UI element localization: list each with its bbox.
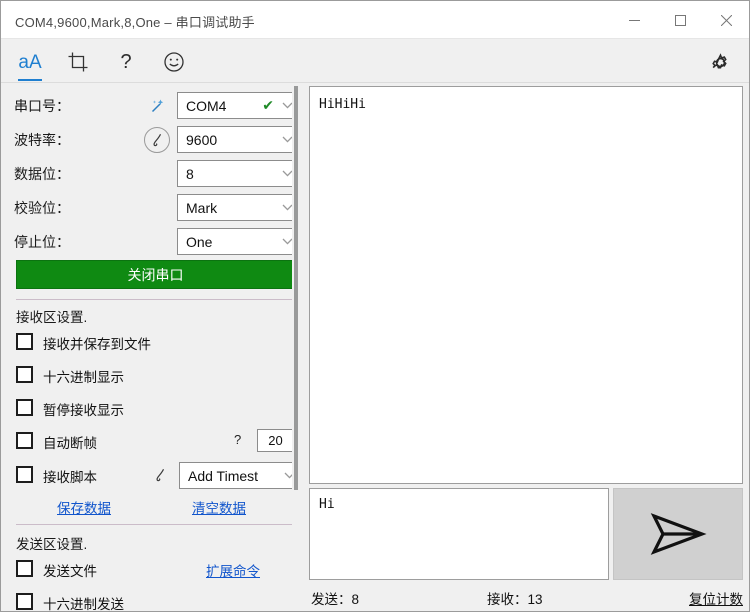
receive-text: HiHiHi [319, 97, 366, 112]
checkbox-row-save-to-file[interactable]: 接收并保存到文件 [16, 331, 294, 355]
config-row-stopbits: 停止位： One [14, 228, 299, 256]
send-button[interactable] [613, 488, 743, 580]
checkbox-label-receive-script: 接收脚本 [43, 470, 97, 485]
auto-frame-input[interactable]: 20 [257, 429, 294, 452]
checkbox-receive-script[interactable] [16, 466, 33, 483]
crop-icon[interactable] [59, 45, 97, 79]
databits-combo[interactable]: 8 [177, 160, 299, 187]
gear-icon[interactable] [701, 45, 739, 79]
status-received-count: 接收：13 [487, 592, 543, 607]
checkbox-hex-display[interactable] [16, 366, 33, 383]
config-label-baud: 波特率： [14, 132, 70, 148]
config-label-stopbits: 停止位： [14, 234, 70, 250]
checkbox-hex-send[interactable] [16, 593, 33, 610]
config-row-port: 串口号： COM4 ✔ [14, 92, 299, 120]
checkbox-label-hex-display: 十六进制显示 [43, 370, 124, 385]
save-data-link[interactable]: 保存数据 [57, 497, 111, 517]
window-controls [611, 1, 749, 39]
config-label-port: 串口号： [14, 98, 70, 114]
divider-receive [16, 299, 295, 300]
checkbox-label-auto-frame: 自动断帧 [43, 436, 97, 451]
config-row-parity: 校验位： Mark [14, 194, 299, 222]
reset-counters-link[interactable]: 复位计数 [689, 588, 743, 608]
config-label-parity: 校验位： [14, 200, 70, 216]
parity-combo[interactable]: Mark [177, 194, 299, 221]
pen-icon[interactable] [149, 464, 171, 486]
status-sent-count: 发送：8 [311, 592, 360, 607]
minimize-button[interactable] [611, 1, 657, 39]
parity-value: Mark [186, 199, 218, 216]
baud-value: 9600 [186, 131, 218, 148]
checkbox-pause-display[interactable] [16, 399, 33, 416]
receive-textarea[interactable]: HiHiHi [309, 86, 743, 484]
checkbox-row-auto-frame[interactable]: 自动断帧 ? 20 [16, 429, 294, 454]
send-text: Hi [319, 497, 335, 512]
checkbox-send-file[interactable] [16, 560, 33, 577]
port-ok-check-icon: ✔ [262, 97, 274, 113]
smiley-icon[interactable] [155, 45, 193, 79]
send-settings-title: 发送区设置. [16, 537, 88, 552]
config-panel-scroll-thumb[interactable] [294, 86, 298, 490]
config-row-databits: 数据位： 8 [14, 160, 299, 188]
checkbox-row-hex-display[interactable]: 十六进制显示 [16, 364, 294, 388]
send-textarea[interactable]: Hi [309, 488, 609, 580]
checkbox-auto-frame[interactable] [16, 432, 33, 449]
maximize-button[interactable] [657, 1, 703, 39]
config-panel: 串口号： COM4 ✔ 波特率： 9600 数据位： 8 校验位： Mark 停… [2, 84, 299, 612]
divider-send [16, 524, 295, 525]
receive-script-combo[interactable]: Add Timest [179, 462, 299, 489]
stopbits-value: One [186, 233, 213, 250]
checkbox-row-receive-script[interactable]: 接收脚本 Add Timest [16, 462, 299, 492]
receive-settings-title: 接收区设置. [16, 310, 88, 325]
baud-combo[interactable]: 9600 [177, 126, 299, 153]
checkbox-label-hex-send: 十六进制发送 [43, 597, 124, 612]
checkbox-row-pause-display[interactable]: 暂停接收显示 [16, 397, 294, 421]
help-icon[interactable]: ? [107, 45, 145, 79]
checkbox-label-send-file: 发送文件 [43, 564, 97, 579]
config-label-databits: 数据位： [14, 166, 70, 182]
window-title: COM4,9600,Mark,8,One – 串口调试助手 [15, 15, 255, 30]
toggle-port-label: 关闭串口 [127, 266, 184, 283]
pen-circle-icon[interactable] [144, 127, 170, 153]
databits-value: 8 [186, 165, 194, 182]
config-row-baud: 波特率： 9600 [14, 126, 299, 154]
port-value: COM4 [186, 97, 227, 114]
receive-script-value: Add Timest [188, 467, 259, 484]
clear-data-link[interactable]: 清空数据 [192, 497, 246, 517]
toggle-port-button[interactable]: 关闭串口 [16, 260, 295, 289]
checkbox-row-send-file[interactable]: 发送文件 扩展命令 [16, 558, 294, 582]
checkbox-label-pause-display: 暂停接收显示 [43, 403, 124, 418]
checkbox-row-hex-send[interactable]: 十六进制发送 [16, 591, 294, 612]
status-bar: 发送：8 接收：13 复位计数 [309, 584, 743, 610]
app-window: COM4,9600,Mark,8,One – 串口调试助手 aA ? 串口号： … [0, 0, 750, 612]
toolbar: aA ? [1, 39, 749, 83]
font-size-icon-glyph: aA [18, 51, 42, 73]
extended-command-link[interactable]: 扩展命令 [206, 560, 260, 580]
magic-wand-icon[interactable] [147, 95, 169, 117]
checkbox-save-to-file[interactable] [16, 333, 33, 350]
config-panel-scrollbar[interactable] [292, 84, 299, 611]
port-combo[interactable]: COM4 ✔ [177, 92, 299, 119]
close-button[interactable] [703, 1, 749, 39]
title-bar: COM4,9600,Mark,8,One – 串口调试助手 [1, 1, 749, 39]
help-icon-glyph: ? [120, 51, 132, 73]
checkbox-label-save-to-file: 接收并保存到文件 [43, 337, 151, 352]
stopbits-combo[interactable]: One [177, 228, 299, 255]
auto-frame-help-icon[interactable]: ? [234, 432, 241, 447]
font-size-icon[interactable]: aA [11, 45, 49, 81]
paper-plane-icon [650, 513, 707, 555]
